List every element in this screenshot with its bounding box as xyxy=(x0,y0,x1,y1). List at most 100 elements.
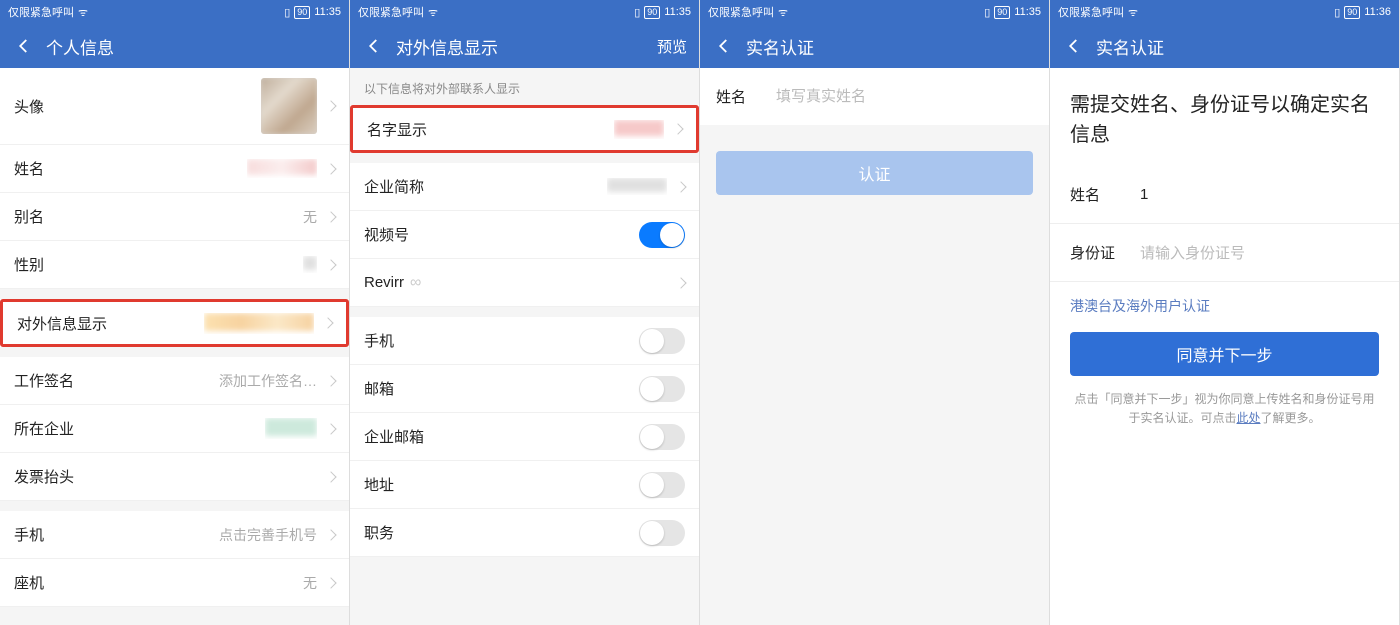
vibrate-icon: ▯ xyxy=(634,6,640,19)
chevron-right-icon xyxy=(672,123,683,134)
row-label: 姓名 xyxy=(14,158,44,179)
toggle-email[interactable] xyxy=(639,376,685,402)
wifi-icon: ᯤ xyxy=(778,5,788,20)
page-title: 个人信息 xyxy=(46,34,337,59)
titlebar: 实名认证 xyxy=(700,24,1049,68)
screen-personal-info: 仅限紧急呼叫 ᯤ ▯ 90 11:35 个人信息 头像 姓名 别名 xyxy=(0,0,350,625)
screen-realname-verify-2: 仅限紧急呼叫 ᯤ ▯ 90 11:36 实名认证 需提交姓名、身份证号以确定实名… xyxy=(1050,0,1400,625)
row-avatar[interactable]: 头像 xyxy=(0,68,349,145)
row-label: Revirr xyxy=(364,274,404,291)
name-input[interactable] xyxy=(776,88,1033,105)
row-name-display[interactable]: 名字显示 xyxy=(350,105,699,153)
row-company-email-toggle[interactable]: 企业邮箱 xyxy=(350,413,699,461)
row-landline[interactable]: 座机 无 xyxy=(0,559,349,607)
screen-realname-verify-1: 仅限紧急呼叫 ᯤ ▯ 90 11:35 实名认证 姓名 认证 xyxy=(700,0,1050,625)
row-value xyxy=(265,418,317,439)
id-label: 身份证 xyxy=(1070,242,1140,263)
toggle-phone[interactable] xyxy=(639,328,685,354)
clock-text: 11:35 xyxy=(1014,6,1041,18)
row-label: 所在企业 xyxy=(14,418,74,439)
row-label: 对外信息显示 xyxy=(17,313,107,334)
titlebar: 个人信息 xyxy=(0,24,349,68)
row-position-toggle[interactable]: 职务 xyxy=(350,509,699,557)
row-label: 手机 xyxy=(364,330,394,351)
toggle-video-account[interactable] xyxy=(639,222,685,248)
row-address-toggle[interactable]: 地址 xyxy=(350,461,699,509)
row-external-display[interactable]: 对外信息显示 xyxy=(0,299,349,347)
back-button[interactable] xyxy=(712,34,736,58)
row-video-account[interactable]: 视频号 xyxy=(350,211,699,259)
id-placeholder: 请输入身份证号 xyxy=(1140,242,1245,263)
page-title: 实名认证 xyxy=(1096,34,1387,59)
titlebar: 实名认证 xyxy=(1050,24,1399,68)
clock-text: 11:35 xyxy=(664,6,691,18)
row-label: 头像 xyxy=(14,96,44,117)
chevron-right-icon xyxy=(325,100,336,111)
carrier-text: 仅限紧急呼叫 xyxy=(1058,4,1124,20)
row-label: 手机 xyxy=(14,524,44,545)
vibrate-icon: ▯ xyxy=(284,6,290,19)
row-value: 添加工作签名… xyxy=(219,371,317,391)
chevron-right-icon xyxy=(325,375,336,386)
status-bar: 仅限紧急呼叫 ᯤ ▯ 90 11:35 xyxy=(350,0,699,24)
row-value xyxy=(303,256,317,273)
back-button[interactable] xyxy=(362,34,386,58)
row-company[interactable]: 所在企业 xyxy=(0,405,349,453)
row-alias[interactable]: 别名 无 xyxy=(0,193,349,241)
status-bar: 仅限紧急呼叫 ᯤ ▯ 90 11:36 xyxy=(1050,0,1399,24)
chevron-right-icon xyxy=(675,181,686,192)
wifi-icon: ᯤ xyxy=(428,5,438,20)
row-gender[interactable]: 性别 xyxy=(0,241,349,289)
name-input-row: 姓名 xyxy=(700,68,1049,125)
row-label: 座机 xyxy=(14,572,44,593)
clock-text: 11:35 xyxy=(314,6,341,18)
name-value: 1 xyxy=(1140,186,1148,203)
chevron-right-icon xyxy=(325,529,336,540)
toggle-position[interactable] xyxy=(639,520,685,546)
back-button[interactable] xyxy=(12,34,36,58)
clock-text: 11:36 xyxy=(1364,6,1391,18)
chevron-right-icon xyxy=(325,577,336,588)
row-value: 无 xyxy=(303,207,317,227)
toggle-company-email[interactable] xyxy=(639,424,685,450)
toggle-address[interactable] xyxy=(639,472,685,498)
footnote-text-b: 了解更多。 xyxy=(1261,411,1321,425)
battery-icon: 90 xyxy=(1344,6,1360,19)
status-bar: 仅限紧急呼叫 ᯤ ▯ 90 11:35 xyxy=(700,0,1049,24)
row-label: 职务 xyxy=(364,522,394,543)
row-revirr[interactable]: Revirr ∞ xyxy=(350,259,699,307)
row-label: 工作签名 xyxy=(14,370,74,391)
battery-icon: 90 xyxy=(294,6,310,19)
carrier-text: 仅限紧急呼叫 xyxy=(708,4,774,20)
verify-button[interactable]: 认证 xyxy=(716,151,1033,195)
row-name[interactable]: 姓名 xyxy=(0,145,349,193)
overseas-link[interactable]: 港澳台及海外用户认证 xyxy=(1050,282,1399,320)
footnote-text-a: 点击「同意并下一步」视为你同意上传姓名和身份证号用于实名认证。可点击 xyxy=(1074,392,1374,425)
preview-button[interactable]: 预览 xyxy=(657,36,687,57)
id-field-row[interactable]: 身份证 请输入身份证号 xyxy=(1050,224,1399,282)
battery-icon: 90 xyxy=(644,6,660,19)
row-company-short[interactable]: 企业简称 xyxy=(350,163,699,211)
row-label: 别名 xyxy=(14,206,44,227)
name-field-row[interactable]: 姓名 1 xyxy=(1050,166,1399,224)
row-signature[interactable]: 工作签名 添加工作签名… xyxy=(0,357,349,405)
agree-next-button[interactable]: 同意并下一步 xyxy=(1070,332,1379,376)
row-label: 邮箱 xyxy=(364,378,394,399)
row-label: 地址 xyxy=(364,474,394,495)
heading: 需提交姓名、身份证号以确定实名信息 xyxy=(1050,68,1399,166)
row-phone[interactable]: 手机 点击完善手机号 xyxy=(0,511,349,559)
footnote: 点击「同意并下一步」视为你同意上传姓名和身份证号用于实名认证。可点击此处了解更多… xyxy=(1050,380,1399,438)
row-email-toggle[interactable]: 邮箱 xyxy=(350,365,699,413)
footnote-link[interactable]: 此处 xyxy=(1236,411,1260,425)
back-button[interactable] xyxy=(1062,34,1086,58)
row-value: 点击完善手机号 xyxy=(219,525,317,545)
chevron-right-icon xyxy=(325,259,336,270)
row-label: 发票抬头 xyxy=(14,466,74,487)
row-invoice[interactable]: 发票抬头 xyxy=(0,453,349,501)
screen-external-display: 仅限紧急呼叫 ᯤ ▯ 90 11:35 对外信息显示 预览 以下信息将对外部联系… xyxy=(350,0,700,625)
name-label: 姓名 xyxy=(716,86,776,107)
row-phone-toggle[interactable]: 手机 xyxy=(350,317,699,365)
status-bar: 仅限紧急呼叫 ᯤ ▯ 90 11:35 xyxy=(0,0,349,24)
row-value: 无 xyxy=(303,573,317,593)
row-value xyxy=(204,313,314,334)
